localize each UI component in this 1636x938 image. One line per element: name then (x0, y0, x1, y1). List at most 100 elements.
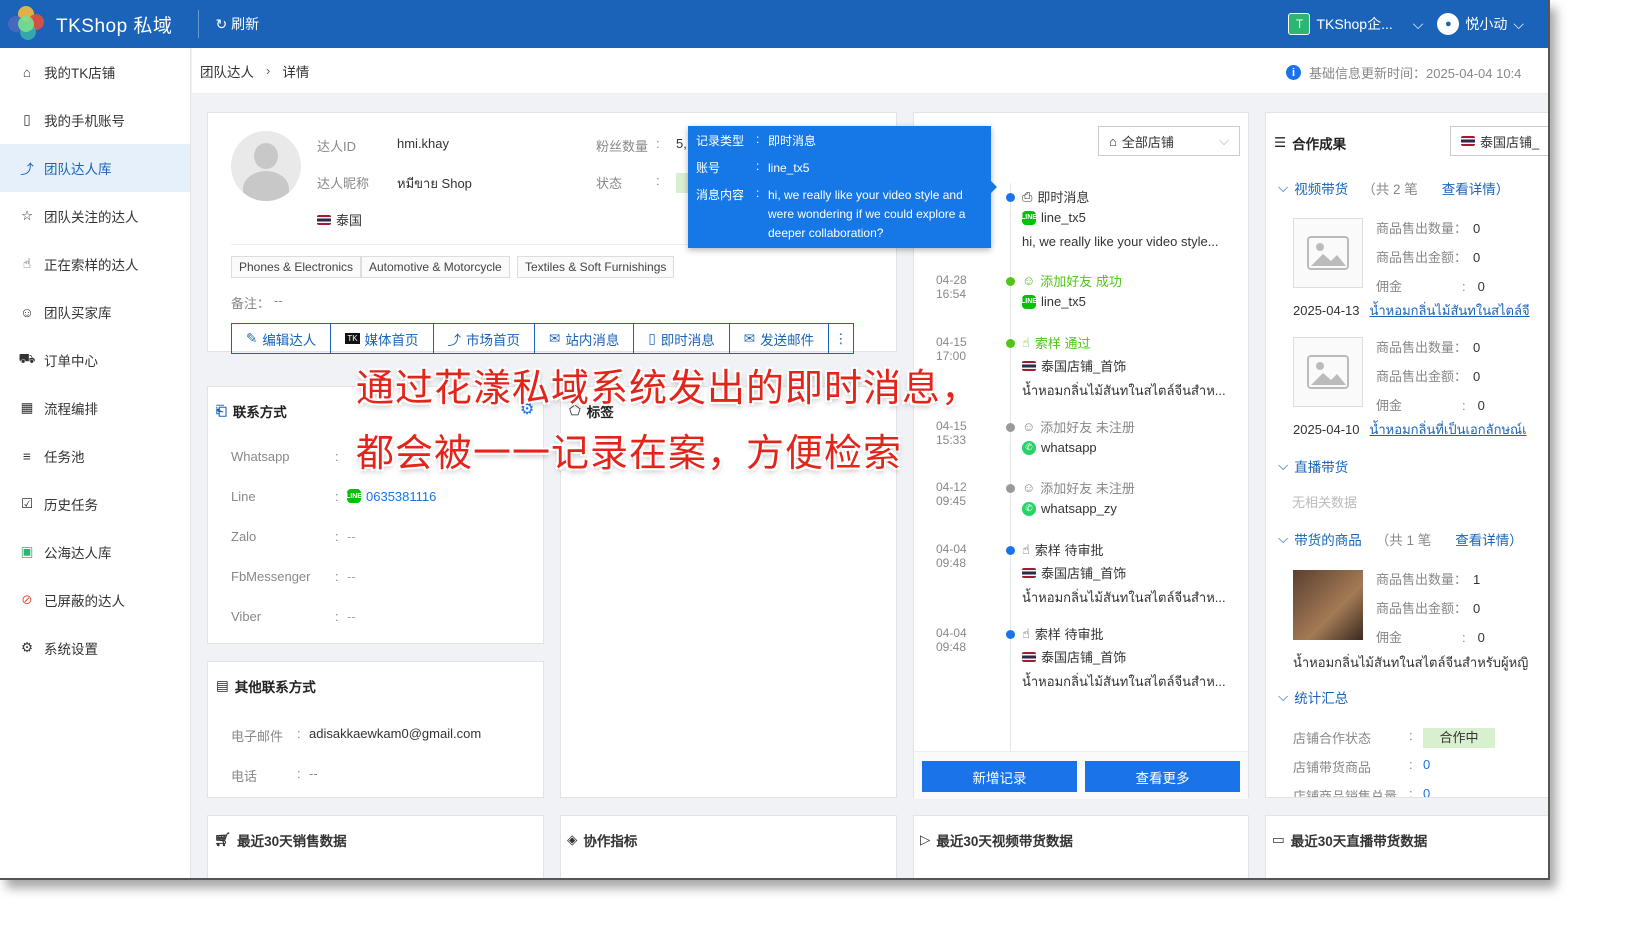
image-placeholder-icon[interactable] (1293, 337, 1363, 407)
category-tag: Automotive & Motorcycle (361, 256, 510, 278)
market-home-button[interactable]: ⤴ 市场首页 (434, 324, 536, 353)
view-more-button[interactable]: 查看更多 (1085, 761, 1240, 792)
more-actions-button[interactable]: ⋮ (829, 324, 853, 353)
sidebar-item[interactable]: ⌂ 我的TK店铺 (0, 48, 190, 96)
timeline-detail: hi, we really like your video style... (1022, 234, 1219, 249)
checklist-icon: ☑ (20, 496, 34, 511)
category-tag: Phones & Electronics (231, 256, 362, 278)
sidebar-item[interactable]: ≡ 任务池 (0, 432, 190, 480)
sidebar-item[interactable]: ☑ 历史任务 (0, 480, 190, 528)
contact-value: -- (347, 529, 356, 544)
image-placeholder-icon[interactable] (1293, 218, 1363, 288)
timeline-title: 即时消息 (1037, 190, 1090, 205)
live-sales-card: ▭ 最近30天直播带货数据 (1265, 815, 1548, 878)
live-section-header[interactable]: ⌵ 直播带货 (1278, 456, 1348, 476)
add-record-button[interactable]: 新增记录 (922, 761, 1077, 792)
send-email-button[interactable]: ✉ 发送邮件 (730, 324, 830, 353)
timeline-title: 索样 通过 (1034, 336, 1091, 351)
video-date: 2025-04-10 (1293, 422, 1360, 437)
app-logo (6, 4, 46, 44)
timeline-account: line_tx5 (1041, 210, 1086, 225)
fans-label: 粉丝数量 (596, 139, 649, 154)
contact-value[interactable]: 0635381116 (366, 489, 436, 504)
contact-title: ⎗ 联系方式 (216, 403, 287, 420)
breadcrumb-current: 详情 (282, 64, 310, 80)
site-message-button[interactable]: ✉ 站内消息 (535, 324, 635, 353)
video-product-link[interactable]: น้ำหอมกลิ่นที่เป็นเอกลักษณ์เ (1370, 422, 1527, 437)
phone-label: 电话 (231, 769, 258, 784)
instant-message-button[interactable]: ▯ 即时消息 (634, 324, 730, 353)
chevron-down-icon: ⌵ (1278, 531, 1289, 546)
enterprise-switcher[interactable]: T TKShop企... ⌵ (1288, 13, 1423, 35)
sidebar-item[interactable]: ⚙ 系统设置 (0, 624, 190, 672)
sidebar-item[interactable]: ☺ 团队买家库 (0, 288, 190, 336)
sidebar-item[interactable]: ▣ 公海达人库 (0, 528, 190, 576)
sidebar-item[interactable]: ▯ 我的手机账号 (0, 96, 190, 144)
thailand-flag-icon (1022, 651, 1036, 662)
contact-label: Zalo (231, 529, 257, 544)
sidebar-item[interactable]: ☆ 团队关注的达人 (0, 192, 190, 240)
timeline-time: 04-04 09:48 (936, 626, 967, 654)
media-home-button[interactable]: TK 媒体首页 (331, 324, 434, 353)
category-tag: Textiles & Soft Furnishings (517, 256, 675, 278)
block-icon: ⊘ (21, 592, 33, 607)
store-filter-select[interactable]: ⌂ 全部店铺 ⌵ (1098, 126, 1240, 156)
sidebar-item[interactable]: ▦ 流程编排 (0, 384, 190, 432)
contact-row: Line: LINE 0635381116 (231, 489, 437, 504)
timeline-dot (1006, 423, 1015, 432)
store-goods-value[interactable]: 0 (1423, 757, 1430, 776)
video-product-link[interactable]: น้ำหอมกลิ่นไม้สันทในสไตล์จี (1370, 303, 1530, 318)
coop-store-select[interactable]: 泰国店铺_ (1450, 126, 1548, 156)
refresh-button[interactable]: ↻ 刷新 (215, 14, 259, 34)
sidebar-item[interactable]: ☝ 正在索样的达人 (0, 240, 190, 288)
header-divider (198, 10, 200, 38)
stats-section-header[interactable]: ⌵ 统计汇总 (1278, 687, 1348, 707)
edit-creator-button[interactable]: ✎ 编辑达人 (232, 324, 332, 353)
timeline-title: 索样 待审批 (1034, 627, 1104, 642)
influencer-icon: ⤴ (20, 162, 34, 177)
timeline-title: 索样 待审批 (1034, 543, 1104, 558)
add-friend-icon: ☺ (1022, 480, 1036, 495)
timeline-dot (1006, 339, 1015, 348)
chevron-down-icon: ⌵ (1513, 15, 1524, 32)
timeline-dot (1006, 630, 1015, 639)
contact-card-icon: ⎗ (216, 403, 227, 418)
no-data-text: 无相关数据 (1292, 495, 1358, 510)
annotation-line-1: 通过花漾私域系统发出的即时消息， (356, 366, 981, 410)
goods-product-name[interactable]: น้ำหอมกลิ่นไม้สันทในสไตล์จีนสำหรับผู้หญิ (1293, 652, 1528, 673)
timeline-time: 04-12 09:45 (936, 480, 967, 508)
product-image[interactable] (1293, 570, 1363, 640)
timeline-axis (1010, 183, 1011, 753)
coop-status-label: 店铺合作状态 (1293, 731, 1372, 746)
view-video-detail-link[interactable]: 查看详情） (1442, 178, 1510, 198)
hand-icon: ☝ (22, 256, 32, 271)
timeline-detail: น้ำหอมกลิ่นไม้สันทในสไตล์จีนสำห... (1022, 590, 1226, 605)
sidebar-item[interactable]: ⊘ 已屏蔽的达人 (0, 576, 190, 624)
view-goods-detail-link[interactable]: 查看详情） (1455, 529, 1523, 549)
sidebar-item[interactable]: ⛟ 订单中心 (0, 336, 190, 384)
store-sales-value[interactable]: 0 (1423, 786, 1430, 797)
record-tooltip: 记录类型: 即时消息 账号: line_tx5 消息内容: hi, we really… (688, 126, 997, 248)
nickname-label: 达人昵称 (317, 176, 370, 191)
chevron-down-icon: ⌵ (1219, 133, 1229, 148)
edit-icon: ✎ (246, 330, 258, 346)
phone-icon: ▯ (23, 112, 31, 127)
creator-id-label: 达人ID (317, 139, 357, 154)
goods-section-header[interactable]: ⌵ 带货的商品 （共 1 笔 查看详情） (1278, 529, 1523, 549)
tooltip-content-label: 消息内容 (696, 188, 745, 202)
video-section-header[interactable]: ⌵ 视频带货 （共 2 笔 查看详情） (1278, 178, 1509, 198)
add-friend-icon: ☺ (1022, 273, 1036, 288)
more-vertical-icon: ⋮ (834, 330, 848, 346)
sidebar-item[interactable]: ⤴ 团队达人库 (0, 144, 190, 192)
nickname-value: หมีขาย Shop (397, 176, 472, 191)
timeline-time: 04-15 15:33 (936, 419, 967, 447)
breadcrumb-parent[interactable]: 团队达人 (200, 61, 254, 81)
line-icon: LINE (346, 489, 362, 503)
chevron-down-icon: ⌵ (1412, 15, 1424, 32)
calendar-icon: ▦ (20, 400, 34, 415)
app-window: TKShop 私域 ↻ 刷新 T TKShop企... ⌵ ● 悦小动 ⌵ ⌂ 我… (0, 0, 1550, 880)
sales-data-card: 🛒︎ 最近30天销售数据 (207, 815, 544, 878)
refresh-icon: ↻ (215, 15, 228, 32)
user-menu[interactable]: ● 悦小动 ⌵ (1437, 13, 1524, 35)
email-label: 电子邮件 (231, 729, 284, 744)
